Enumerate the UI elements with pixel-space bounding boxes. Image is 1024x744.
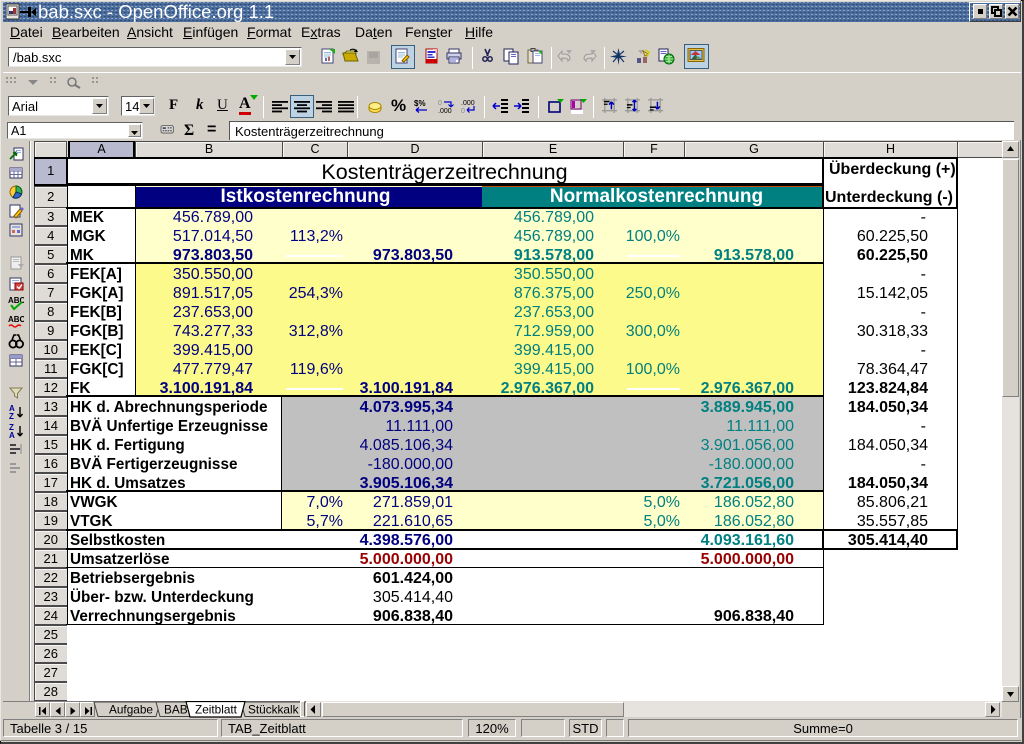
svg-text:ABC: ABC [8, 315, 24, 324]
svg-text:.000: .000 [461, 100, 475, 107]
svg-text:BAB: BAB [164, 703, 188, 717]
svg-text:Z: Z [9, 412, 14, 420]
svg-text:$%: $% [414, 99, 426, 108]
svg-text:Aufgabe: Aufgabe [109, 703, 153, 717]
svg-text:0: 0 [438, 100, 442, 107]
svg-text:Zeitblatt: Zeitblatt [195, 703, 238, 717]
svg-text:0: 0 [461, 108, 465, 115]
svg-text:A: A [9, 431, 15, 439]
svg-text:.000: .000 [438, 108, 452, 115]
svg-text:Stückkalk: Stückkalk [248, 703, 299, 717]
